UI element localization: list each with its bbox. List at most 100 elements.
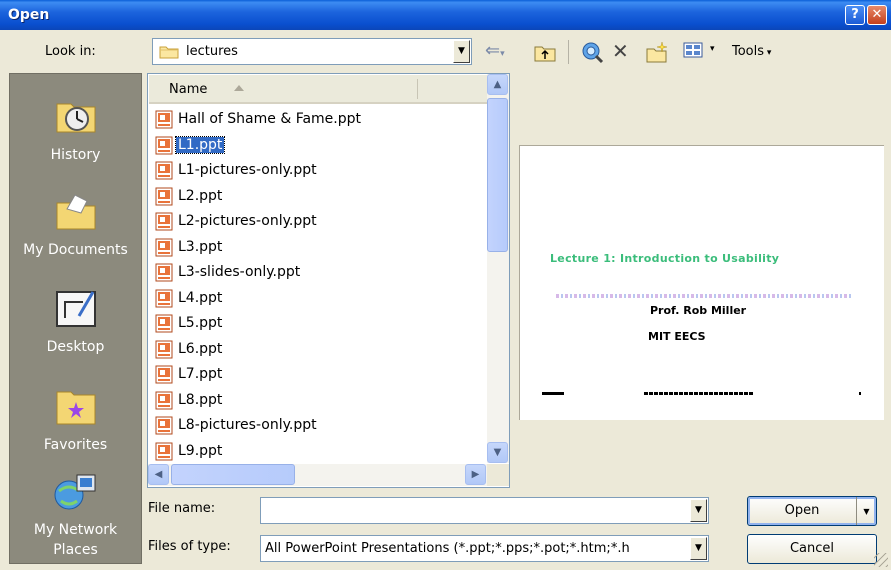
file-row[interactable]: L8-pictures-only.ppt (154, 414, 484, 440)
views-button[interactable]: ▾ (682, 40, 724, 64)
folder-icon (159, 46, 179, 59)
history-icon (56, 103, 95, 133)
scrollbar-corner (487, 464, 509, 486)
file-row[interactable]: L1.ppt (154, 134, 484, 160)
powerpoint-file-icon (155, 136, 173, 154)
powerpoint-file-icon (155, 365, 173, 384)
powerpoint-file-icon (155, 314, 173, 333)
file-name: Hall of Shame & Fame.ppt (178, 111, 361, 127)
preview-divider (556, 294, 852, 298)
preview-author: Prof. Rob Miller (650, 304, 747, 317)
desktop-icon (55, 291, 96, 327)
file-type-label-text: Files of type: (148, 539, 231, 554)
file-type-dropdown-button[interactable]: ▼ (690, 537, 707, 560)
cancel-button[interactable]: Cancel (747, 534, 877, 564)
new-folder-icon[interactable] (644, 40, 670, 64)
vertical-scrollbar[interactable]: ▲ ▼ (487, 74, 509, 463)
up-one-level-icon[interactable] (532, 40, 558, 64)
file-type-combo[interactable]: All PowerPoint Presentations (*.ppt;*.pp… (260, 535, 709, 562)
file-name: L3.ppt (178, 238, 223, 255)
preview-footer-left (542, 392, 564, 395)
place-label: My Documents (23, 242, 128, 258)
file-name-combo[interactable]: ▼ (260, 497, 709, 524)
scroll-down-button[interactable]: ▼ (487, 442, 508, 463)
file-type-value: All PowerPoint Presentations (*.ppt;*.pp… (265, 541, 630, 556)
toolbar-separator (568, 40, 569, 64)
open-button[interactable]: Open ▼ (747, 496, 877, 526)
file-row[interactable]: Hall of Shame & Fame.ppt (154, 108, 484, 134)
file-name-dropdown-button[interactable]: ▼ (690, 499, 707, 522)
place-history[interactable]: History (10, 94, 141, 165)
look-in-label: Look in: (45, 44, 96, 59)
place-label: My Network Places (33, 522, 118, 558)
look-in-dropdown-button[interactable]: ▼ (453, 40, 470, 63)
chevron-down-icon: ▾ (500, 49, 505, 59)
chevron-up-icon: ▲ (493, 79, 502, 90)
scroll-right-button[interactable]: ▶ (465, 464, 486, 485)
column-header-name[interactable]: Name (149, 75, 487, 104)
chevron-down-icon: ▼ (695, 542, 702, 553)
file-name: L6.ppt (178, 340, 223, 357)
look-in-value: lectures (186, 44, 238, 59)
file-row[interactable]: L2.ppt (154, 185, 484, 211)
delete-icon[interactable]: ✕ (612, 40, 634, 64)
open-button-label: Open (784, 503, 820, 518)
help-button[interactable]: ? (845, 5, 865, 25)
places-bar: History My Documents Desktop Favorites M… (9, 73, 142, 564)
file-row[interactable]: L8.ppt (154, 389, 484, 415)
close-icon: ✕ (871, 7, 883, 22)
place-my-network-places[interactable]: My Network Places (10, 469, 141, 560)
powerpoint-file-icon (155, 391, 173, 409)
open-options-button[interactable]: ▼ (856, 497, 876, 525)
column-header-label: Name (169, 82, 208, 97)
file-name: L1.ppt (174, 135, 226, 154)
file-row[interactable]: L7.ppt (154, 363, 484, 389)
preview-footer-center (644, 392, 754, 395)
search-web-icon[interactable] (580, 40, 604, 64)
window-title: Open (8, 7, 50, 23)
network-places-icon (54, 474, 95, 510)
file-name: L2-pictures-only.ppt (178, 213, 317, 229)
back-button[interactable]: ⇐▾ (485, 40, 513, 64)
preview-footer-right (859, 392, 861, 395)
close-button[interactable]: ✕ (867, 5, 887, 25)
place-label: Favorites (43, 437, 108, 453)
look-in-combo[interactable]: lectures ▼ (152, 38, 472, 65)
vertical-scroll-thumb[interactable] (487, 98, 508, 252)
file-name: L3-slides-only.ppt (178, 264, 301, 280)
file-name: L5.ppt (178, 315, 223, 331)
place-my-documents[interactable]: My Documents (10, 189, 141, 260)
powerpoint-file-icon (155, 161, 173, 180)
horizontal-scroll-thumb[interactable] (171, 464, 295, 485)
file-row[interactable]: L4.ppt (154, 287, 484, 313)
chevron-down-icon: ▼ (493, 447, 502, 458)
place-desktop[interactable]: Desktop (10, 286, 141, 357)
file-row[interactable]: L3-slides-only.ppt (154, 261, 484, 287)
scroll-up-button[interactable]: ▲ (487, 74, 508, 95)
file-type-label: Files of type: (148, 539, 231, 554)
file-row[interactable]: L1-pictures-only.ppt (154, 159, 484, 185)
preview-dept: MIT EECS (648, 330, 706, 343)
file-row[interactable]: L6.ppt (154, 338, 484, 364)
place-favorites[interactable]: Favorites (10, 384, 141, 455)
tools-menu-button[interactable]: Tools ▾ (732, 44, 788, 68)
resize-grip[interactable] (874, 553, 888, 567)
help-icon: ? (851, 7, 859, 22)
file-rows: Hall of Shame & Fame.ppt L1.ppt L1-picture… (154, 108, 484, 465)
title-bar[interactable]: Open ? ✕ (0, 0, 891, 30)
column-divider[interactable] (417, 79, 418, 99)
file-row[interactable]: L2-pictures-only.ppt (154, 210, 484, 236)
file-name: L8-pictures-only.ppt (178, 417, 317, 433)
scroll-left-button[interactable]: ◀ (148, 464, 169, 485)
cancel-button-label: Cancel (789, 541, 835, 556)
horizontal-scrollbar[interactable]: ◀ ▶ (148, 464, 487, 486)
chevron-down-icon: ▼ (863, 507, 870, 516)
file-name: L9.ppt (178, 442, 223, 459)
place-label: Desktop (46, 339, 105, 355)
file-row[interactable]: L3.ppt (154, 236, 484, 262)
file-list[interactable]: Name Hall of Shame & Fame.ppt L1.ppt L1-pi… (147, 73, 510, 488)
powerpoint-file-icon (155, 238, 173, 256)
file-row[interactable]: L9.ppt (154, 440, 484, 466)
file-row[interactable]: L5.ppt (154, 312, 484, 338)
my-documents-icon (56, 194, 95, 230)
